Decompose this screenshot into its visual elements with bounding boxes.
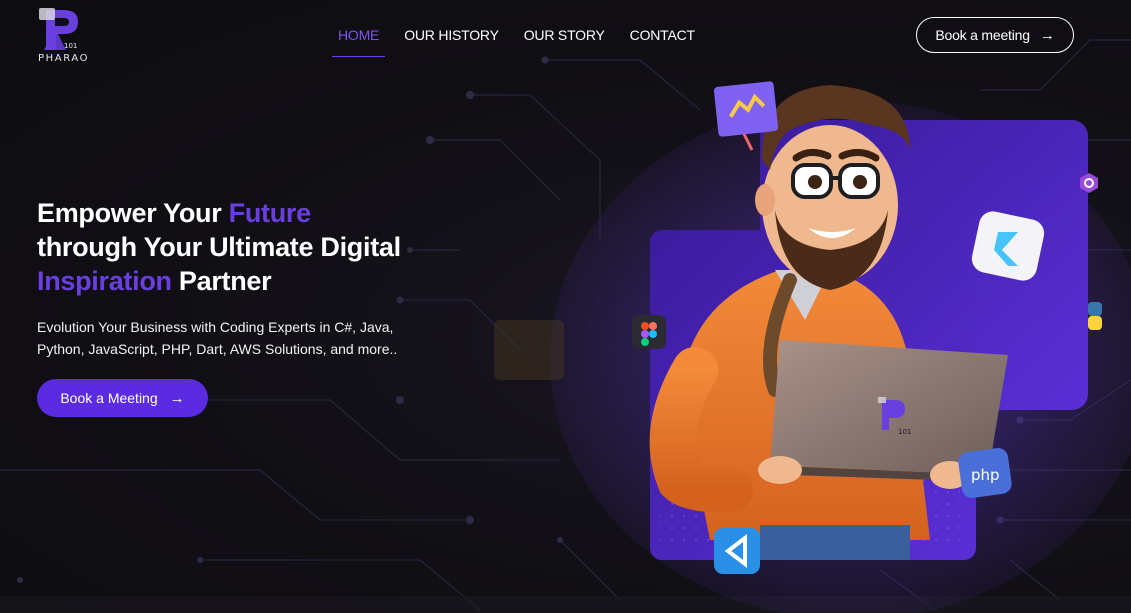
book-meeting-header-label: Book a meeting [935,27,1030,43]
nav-item-home[interactable]: HOME [332,26,386,57]
nav-item-our-story[interactable]: OUR STORY [518,26,611,57]
main-nav: HOME OUR HISTORY OUR STORY CONTACT [332,26,714,57]
hero-title-accent-inspiration: Inspiration [37,266,172,296]
hero-subtitle: Evolution Your Business with Coding Expe… [37,319,398,357]
pharao-logo-mark: 101 [39,8,78,50]
hero-title-part2: through Your Ultimate Digital [37,232,401,262]
page: 101 PHARAO HOME OUR HISTORY OUR STORY CO… [0,0,1131,613]
nav-item-contact[interactable]: CONTACT [624,26,701,57]
hero-title-accent-future: Future [228,198,312,228]
php-label: php [971,466,1000,484]
laptop-logo-badge: 101 [898,428,911,436]
nav-item-our-history[interactable]: OUR HISTORY [398,26,505,57]
hero-title: Empower Your Future through Your Ultimat… [37,196,457,298]
developer-illustration: 101 php [494,81,1131,613]
book-meeting-header-button[interactable]: Book a meeting → [916,17,1074,53]
logo-name: PHARAO [38,53,90,64]
figma-icon [632,315,666,349]
brand-logo[interactable]: 101 PHARAO [36,6,94,64]
php-icon: php [958,448,1012,498]
arrow-right-icon: → [169,389,185,407]
book-meeting-hero-label: Book a Meeting [60,390,158,406]
arrow-right-icon: → [1039,26,1055,44]
hero-title-part1: Empower Your [37,198,229,228]
hero-title-part3: Partner [171,266,272,296]
book-meeting-hero-button[interactable]: Book a Meeting → [37,379,208,417]
logo-badge: 101 [64,42,77,50]
vscode-icon [714,528,760,574]
